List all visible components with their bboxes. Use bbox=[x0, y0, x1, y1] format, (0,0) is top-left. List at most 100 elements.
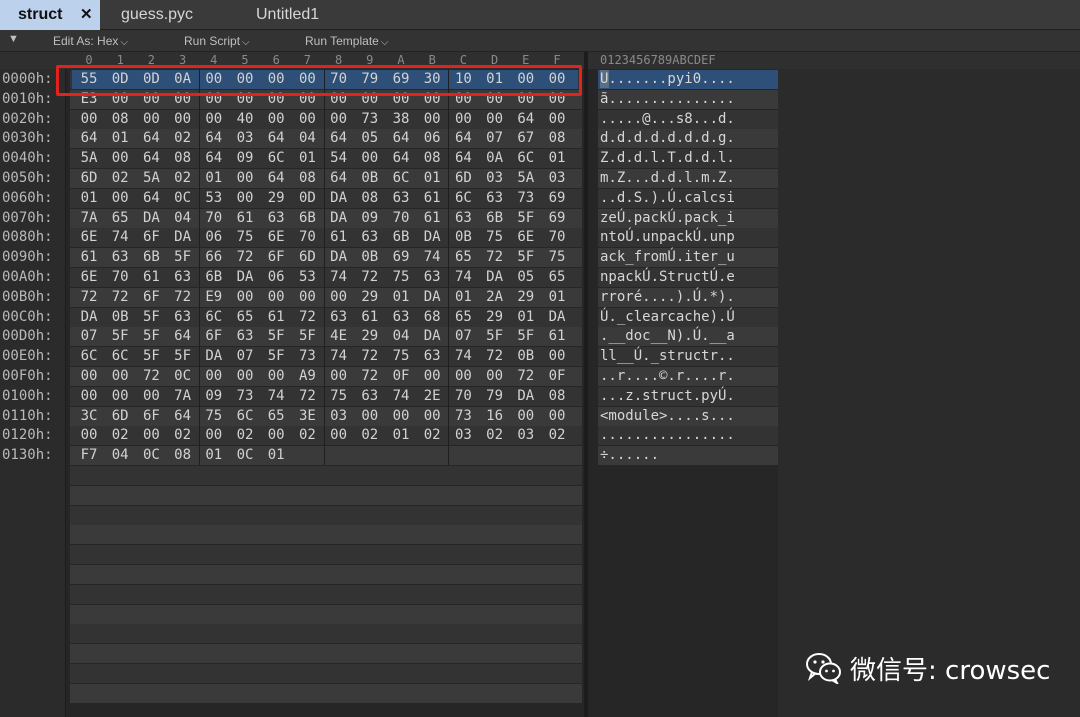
hex-byte[interactable]: 02 bbox=[107, 425, 133, 445]
hex-byte[interactable]: 09 bbox=[201, 386, 227, 406]
hex-byte[interactable]: 06 bbox=[201, 227, 227, 247]
hex-byte[interactable]: 74 bbox=[263, 386, 289, 406]
hex-byte[interactable]: DA bbox=[76, 307, 102, 327]
hex-byte[interactable]: 08 bbox=[419, 148, 445, 168]
ascii-row[interactable]: .__doc__N).Ú.__a bbox=[600, 326, 735, 346]
hex-byte[interactable]: 08 bbox=[544, 128, 570, 148]
hex-byte[interactable]: 73 bbox=[450, 406, 476, 426]
ascii-row[interactable]: Ú._clearcache).Ú bbox=[600, 307, 735, 327]
hex-byte[interactable]: 75 bbox=[388, 267, 414, 287]
hex-byte[interactable]: 00 bbox=[201, 109, 227, 129]
hex-byte[interactable]: 06 bbox=[419, 128, 445, 148]
hex-byte[interactable]: 00 bbox=[544, 346, 570, 366]
hex-byte[interactable]: 00 bbox=[513, 406, 539, 426]
hex-row[interactable]: 6E 70 61 63 6B DA 06 53 74 72 75 63 74 DA 05 65 bbox=[66, 267, 584, 287]
hex-byte[interactable]: DA bbox=[170, 227, 196, 247]
hex-byte[interactable]: 00 bbox=[326, 366, 352, 386]
hex-byte[interactable]: 0A bbox=[482, 148, 508, 168]
hex-byte[interactable]: 6C bbox=[76, 346, 102, 366]
hex-byte[interactable]: 70 bbox=[107, 267, 133, 287]
hex-row[interactable]: 6E 74 6F DA 06 75 6E 70 61 63 6B DA 0B 75 6E 70 bbox=[66, 227, 584, 248]
hex-byte[interactable]: 01 bbox=[544, 287, 570, 307]
hex-byte[interactable]: 70 bbox=[388, 208, 414, 228]
hex-byte[interactable]: 01 bbox=[450, 287, 476, 307]
hex-byte[interactable]: 01 bbox=[388, 425, 414, 445]
hex-byte[interactable]: 09 bbox=[232, 148, 258, 168]
hex-byte[interactable]: 02 bbox=[482, 425, 508, 445]
hex-byte[interactable]: 00 bbox=[263, 366, 289, 386]
hex-byte[interactable]: 00 bbox=[294, 109, 320, 129]
hex-byte[interactable]: 6C bbox=[450, 188, 476, 208]
hex-byte[interactable]: 0C bbox=[138, 445, 164, 465]
hex-row[interactable]: DA 0B 5F 63 6C 65 61 72 63 61 63 68 65 29 01 DA bbox=[66, 306, 584, 327]
hex-pane[interactable]: 55 0D 0D 0A 00 00 00 00 70 79 69 30 10 01 00 00 E3 00 00 00… bbox=[66, 69, 584, 717]
collapse-icon[interactable]: ▼ bbox=[8, 33, 19, 45]
hex-byte[interactable]: 63 bbox=[450, 208, 476, 228]
ascii-row[interactable]: ................ bbox=[600, 425, 735, 445]
hex-byte[interactable]: 72 bbox=[170, 287, 196, 307]
hex-byte[interactable]: 74 bbox=[450, 267, 476, 287]
hex-byte[interactable]: 01 bbox=[419, 168, 445, 188]
hex-byte[interactable]: 02 bbox=[294, 425, 320, 445]
hex-byte[interactable]: 64 bbox=[450, 128, 476, 148]
hex-byte[interactable]: 75 bbox=[201, 406, 227, 426]
hex-byte[interactable]: 74 bbox=[388, 386, 414, 406]
hex-row[interactable]: 6C 6C 5F 5F DA 07 5F 73 74 72 75 63 74 72 0B 00 bbox=[66, 346, 584, 367]
hex-byte[interactable]: 16 bbox=[482, 406, 508, 426]
hex-byte[interactable]: 64 bbox=[138, 188, 164, 208]
hex-byte[interactable]: 07 bbox=[482, 128, 508, 148]
hex-byte[interactable]: 64 bbox=[513, 109, 539, 129]
hex-byte[interactable]: 6C bbox=[201, 307, 227, 327]
hex-byte[interactable]: 75 bbox=[544, 247, 570, 267]
hex-byte[interactable]: 65 bbox=[232, 307, 258, 327]
hex-byte[interactable]: 5A bbox=[76, 148, 102, 168]
hex-byte[interactable]: 6F bbox=[138, 227, 164, 247]
hex-byte[interactable]: 0C bbox=[170, 188, 196, 208]
hex-byte[interactable]: 29 bbox=[357, 326, 383, 346]
hex-byte[interactable]: 5F bbox=[263, 346, 289, 366]
hex-byte[interactable]: 75 bbox=[388, 346, 414, 366]
hex-row[interactable]: F7 04 0C 08 01 0C 01 bbox=[66, 445, 584, 466]
hex-byte[interactable]: 6E bbox=[76, 227, 102, 247]
hex-byte[interactable]: 72 bbox=[232, 247, 258, 267]
hex-byte[interactable]: 00 bbox=[201, 425, 227, 445]
hex-byte[interactable]: 08 bbox=[544, 386, 570, 406]
hex-row[interactable]: 7A 65 DA 04 70 61 63 6B DA 09 70 61 63 6B 5F 69 bbox=[66, 207, 584, 228]
hex-byte[interactable]: 64 bbox=[263, 168, 289, 188]
hex-byte[interactable]: 02 bbox=[170, 128, 196, 148]
hex-byte[interactable]: 00 bbox=[201, 366, 227, 386]
hex-byte[interactable]: 6C bbox=[232, 406, 258, 426]
hex-byte[interactable]: 65 bbox=[544, 267, 570, 287]
ascii-row[interactable]: ack_fromÚ.iter_u bbox=[600, 247, 735, 267]
hex-byte[interactable]: 0D bbox=[294, 188, 320, 208]
hex-byte[interactable]: 64 bbox=[388, 148, 414, 168]
hex-byte[interactable]: 3E bbox=[294, 406, 320, 426]
hex-byte[interactable]: 6B bbox=[294, 208, 320, 228]
hex-byte[interactable]: 63 bbox=[357, 386, 383, 406]
run-script-menu[interactable]: Run Script ⌵ bbox=[184, 34, 250, 48]
hex-byte[interactable]: 00 bbox=[482, 109, 508, 129]
hex-byte[interactable]: 61 bbox=[419, 188, 445, 208]
hex-byte[interactable]: 00 bbox=[232, 188, 258, 208]
hex-byte[interactable]: 6D bbox=[107, 406, 133, 426]
hex-byte[interactable]: 00 bbox=[76, 425, 102, 445]
hex-byte[interactable]: 72 bbox=[107, 287, 133, 307]
hex-byte[interactable]: 00 bbox=[544, 406, 570, 426]
hex-byte[interactable]: 61 bbox=[76, 247, 102, 267]
hex-byte[interactable]: 3C bbox=[76, 406, 102, 426]
hex-byte[interactable]: 01 bbox=[388, 287, 414, 307]
hex-byte[interactable]: 5F bbox=[138, 307, 164, 327]
hex-byte[interactable]: 74 bbox=[107, 227, 133, 247]
hex-byte[interactable]: 00 bbox=[232, 366, 258, 386]
hex-byte[interactable]: 69 bbox=[544, 188, 570, 208]
hex-byte[interactable]: 79 bbox=[482, 386, 508, 406]
hex-byte[interactable]: 72 bbox=[482, 346, 508, 366]
hex-byte[interactable]: 01 bbox=[263, 445, 289, 465]
hex-byte[interactable]: 08 bbox=[294, 168, 320, 188]
hex-byte[interactable]: 61 bbox=[263, 307, 289, 327]
hex-byte[interactable]: 70 bbox=[544, 227, 570, 247]
hex-byte[interactable]: DA bbox=[201, 346, 227, 366]
hex-byte[interactable]: 6F bbox=[263, 247, 289, 267]
hex-byte[interactable]: 00 bbox=[263, 287, 289, 307]
hex-byte[interactable]: 03 bbox=[482, 168, 508, 188]
